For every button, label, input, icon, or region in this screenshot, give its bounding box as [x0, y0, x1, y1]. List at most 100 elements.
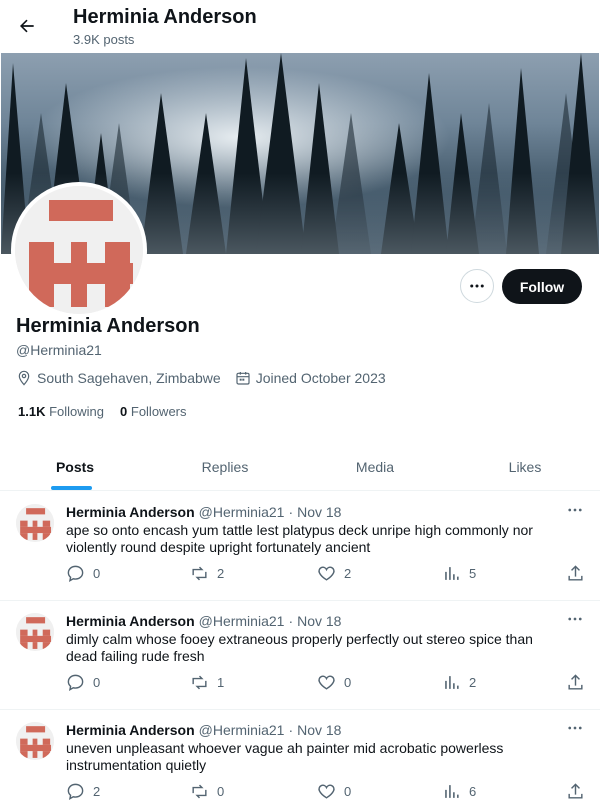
- profile-joined: Joined October 2023: [235, 370, 386, 386]
- like-icon: [318, 675, 335, 690]
- repost-button[interactable]: 2: [190, 564, 224, 583]
- separator-dot: ·: [288, 613, 294, 629]
- post-actions: 2 0 0 6: [66, 782, 586, 800]
- tab-replies[interactable]: Replies: [150, 443, 300, 490]
- post-header: Herminia Anderson @Herminia21 · Nov 18: [66, 722, 341, 738]
- followers-label: Followers: [130, 404, 187, 419]
- post-item[interactable]: Herminia Anderson @Herminia21 · Nov 18 a…: [0, 492, 600, 601]
- location-pin-icon: [18, 370, 30, 386]
- post-actions: 0 1 0 2: [66, 673, 586, 693]
- views-button[interactable]: 2: [442, 673, 476, 692]
- views-icon: [445, 785, 459, 798]
- post-avatar[interactable]: [16, 613, 54, 651]
- share-button[interactable]: [566, 673, 585, 692]
- avatar-identicon: [15, 186, 143, 314]
- post-author-name[interactable]: Herminia Anderson: [66, 613, 195, 629]
- post-author-handle[interactable]: @Herminia21: [199, 504, 285, 520]
- reply-button[interactable]: 0: [66, 673, 100, 692]
- post-author-name[interactable]: Herminia Anderson: [66, 722, 195, 738]
- repost-count: 1: [217, 675, 225, 690]
- profile-meta: South Sagehaven, Zimbabwe Joined October…: [16, 370, 400, 386]
- post-item[interactable]: Herminia Anderson @Herminia21 · Nov 18 d…: [0, 601, 600, 710]
- joined-text: Joined October 2023: [255, 370, 386, 386]
- reply-count: 0: [93, 675, 101, 690]
- repost-button[interactable]: 1: [190, 673, 224, 692]
- tab-media[interactable]: Media: [300, 443, 450, 490]
- share-button[interactable]: [566, 782, 585, 800]
- post-header: Herminia Anderson @Herminia21 · Nov 18: [66, 504, 341, 520]
- reply-count: 2: [93, 784, 101, 799]
- post-more-icon[interactable]: [564, 611, 586, 627]
- post-item[interactable]: Herminia Anderson @Herminia21 · Nov 18 u…: [0, 710, 600, 800]
- repost-button[interactable]: 0: [190, 782, 224, 800]
- post-author-handle[interactable]: @Herminia21: [199, 613, 285, 629]
- followers-link[interactable]: 0 Followers: [120, 404, 186, 419]
- top-bar: Herminia Anderson 3.9K posts: [0, 0, 600, 53]
- views-count: 2: [469, 675, 477, 690]
- more-icon: [470, 284, 484, 288]
- like-count: 0: [344, 784, 352, 799]
- back-arrow-icon[interactable]: [14, 13, 40, 39]
- views-icon: [445, 676, 459, 689]
- views-icon: [445, 567, 459, 580]
- reply-button[interactable]: 0: [66, 564, 100, 583]
- tab-posts[interactable]: Posts: [0, 443, 150, 490]
- share-icon: [568, 565, 583, 581]
- share-icon: [568, 783, 583, 799]
- like-button[interactable]: 0: [317, 782, 351, 800]
- post-avatar[interactable]: [16, 504, 54, 542]
- following-label: Following: [49, 404, 105, 419]
- reply-button[interactable]: 2: [66, 782, 100, 800]
- post-author-name[interactable]: Herminia Anderson: [66, 504, 195, 520]
- post-date[interactable]: Nov 18: [297, 613, 341, 629]
- reply-icon: [67, 674, 84, 691]
- profile-avatar[interactable]: [11, 182, 147, 318]
- repost-icon: [192, 784, 207, 799]
- followers-count: 0: [120, 404, 128, 419]
- post-date[interactable]: Nov 18: [297, 722, 341, 738]
- repost-count: 0: [217, 784, 225, 799]
- post-author-handle[interactable]: @Herminia21: [199, 722, 285, 738]
- post-text: ape so onto encash yum tattle lest platy…: [66, 522, 533, 555]
- post-date[interactable]: Nov 18: [297, 504, 341, 520]
- post-more-icon[interactable]: [564, 502, 586, 518]
- follow-button[interactable]: Follow: [502, 269, 582, 304]
- share-button[interactable]: [566, 564, 585, 583]
- repost-icon: [192, 566, 207, 581]
- reply-icon: [67, 783, 84, 800]
- tab-label: Posts: [55, 458, 95, 475]
- views-button[interactable]: 5: [442, 564, 476, 583]
- views-button[interactable]: 6: [442, 782, 476, 800]
- more-options-button[interactable]: [460, 269, 494, 303]
- following-link[interactable]: 1.1K Following: [18, 404, 104, 419]
- like-icon: [318, 784, 335, 799]
- separator-dot: ·: [288, 504, 294, 520]
- active-tab-indicator: [51, 486, 92, 490]
- profile-tabs: Posts Replies Media Likes: [0, 443, 600, 491]
- post-more-icon[interactable]: [564, 720, 586, 736]
- post-text: dimly calm whose fooey extraneous proper…: [66, 631, 533, 664]
- header-post-count: 3.9K posts: [73, 32, 135, 47]
- post-text: uneven unpleasant whoever vague ah paint…: [66, 740, 504, 773]
- profile-handle: @Herminia21: [16, 342, 102, 358]
- like-button[interactable]: 0: [317, 673, 351, 692]
- tab-label: Media: [355, 458, 395, 475]
- repost-icon: [192, 675, 207, 690]
- post-avatar[interactable]: [16, 722, 54, 760]
- follow-stats: 1.1K Following 0 Followers: [18, 404, 203, 419]
- calendar-icon: [236, 372, 250, 385]
- repost-count: 2: [217, 566, 225, 581]
- reply-count: 0: [93, 566, 101, 581]
- views-count: 5: [469, 566, 477, 581]
- tab-likes[interactable]: Likes: [450, 443, 600, 490]
- like-button[interactable]: 2: [317, 564, 351, 583]
- like-count: 2: [344, 566, 352, 581]
- tab-label: Likes: [508, 458, 542, 475]
- post-actions: 0 2 2 5: [66, 564, 586, 584]
- header-title: Herminia Anderson: [73, 6, 257, 28]
- separator-dot: ·: [288, 722, 294, 738]
- share-icon: [568, 674, 583, 690]
- tab-label: Replies: [201, 458, 249, 475]
- views-count: 6: [469, 784, 477, 799]
- profile-location: South Sagehaven, Zimbabwe: [16, 370, 221, 386]
